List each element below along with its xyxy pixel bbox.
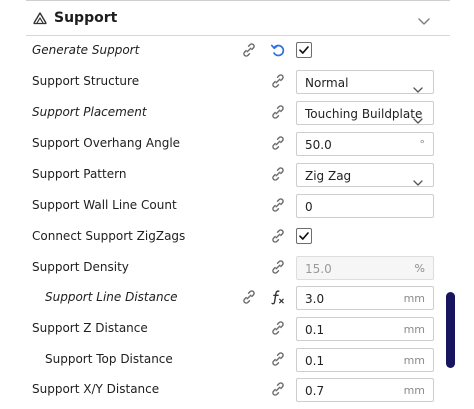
support-wall-line-count-input[interactable]: 0 [296,194,434,218]
support-xy-distance-input[interactable]: 0.7 mm [296,378,434,402]
field-value: 0.7 [305,384,325,398]
link-icon[interactable] [240,288,258,306]
link-icon[interactable] [269,380,287,398]
link-icon[interactable] [269,196,287,214]
support-placement-select[interactable]: Touching Buildplate [296,101,434,125]
link-icon[interactable] [269,103,287,121]
setting-row-support-overhang-angle: Support Overhang Angle 50.0 ° [26,128,450,159]
setting-row-support-density: Support Density 15.0 % [26,252,450,283]
field-unit: mm [403,384,425,397]
link-icon[interactable] [269,227,287,245]
setting-label: Generate Support [32,43,140,57]
selected-value: Normal [305,76,349,90]
setting-label: Support Top Distance [45,352,173,366]
field-unit: ° [419,138,426,151]
field-value: 50.0 [305,138,332,152]
support-section-header[interactable]: Support [26,1,450,36]
link-icon[interactable] [269,350,287,368]
field-value: 15.0 [305,262,332,276]
link-icon[interactable] [269,319,287,337]
setting-row-support-z-distance: Support Z Distance 0.1 mm [26,313,450,344]
reset-icon[interactable] [269,41,287,59]
selected-value: Zig Zag [305,169,352,183]
link-icon[interactable] [269,258,287,276]
link-icon[interactable] [269,72,287,90]
vertical-scrollbar[interactable] [446,292,455,368]
setting-row-support-placement: Support Placement Touching Buildplate [26,97,450,128]
support-icon [32,10,48,26]
field-unit: mm [403,323,425,336]
setting-row-generate-support: Generate Support [26,35,450,66]
field-value: 3.0 [305,292,325,306]
setting-row-connect-support-zigzags: Connect Support ZigZags [26,221,450,252]
setting-row-support-xy-distance: Support X/Y Distance 0.7 mm [26,374,450,405]
setting-row-support-structure: Support Structure Normal [26,66,450,97]
setting-label: Support Structure [32,74,140,88]
setting-label: Support Z Distance [32,321,148,335]
link-icon[interactable] [269,165,287,183]
setting-label: Support Density [32,260,129,274]
chevron-down-icon[interactable] [418,12,430,25]
field-value: 0.1 [305,323,325,337]
selected-value: Touching Buildplate [305,107,423,121]
setting-row-support-wall-line-count: Support Wall Line Count 0 [26,190,450,221]
support-structure-select[interactable]: Normal [296,70,434,94]
setting-label: Support Placement [32,105,147,119]
setting-label: Support Pattern [32,167,127,181]
link-icon[interactable] [269,134,287,152]
setting-label: Support X/Y Distance [32,382,160,396]
link-icon[interactable] [240,41,258,59]
field-value: 0 [305,200,313,214]
setting-row-support-line-distance: Support Line Distance 3.0 mm [26,282,450,313]
setting-row-support-top-distance: Support Top Distance 0.1 mm [26,344,450,375]
field-unit: mm [403,354,425,367]
generate-support-checkbox[interactable] [296,42,312,58]
chevron-down-icon [413,172,423,186]
setting-label: Connect Support ZigZags [32,229,186,243]
support-pattern-select[interactable]: Zig Zag [296,163,434,187]
setting-row-support-pattern: Support Pattern Zig Zag [26,159,450,190]
connect-support-zigzags-checkbox[interactable] [296,228,312,244]
chevron-down-icon [413,79,423,93]
setting-label: Support Line Distance [45,290,178,304]
field-unit: mm [403,292,425,305]
settings-panel: Support Generate Support Support Structu… [0,0,474,409]
support-line-distance-input[interactable]: 3.0 mm [296,286,434,310]
chevron-down-icon [413,110,423,124]
support-overhang-angle-input[interactable]: 50.0 ° [296,132,434,156]
setting-label: Support Wall Line Count [32,198,177,212]
support-z-distance-input[interactable]: 0.1 mm [296,317,434,341]
support-top-distance-input[interactable]: 0.1 mm [296,348,434,372]
formula-icon[interactable] [269,288,287,306]
field-unit: % [414,262,425,275]
support-density-input[interactable]: 15.0 % [296,256,434,280]
setting-label: Support Overhang Angle [32,136,181,150]
section-title: Support [54,10,118,26]
field-value: 0.1 [305,354,325,368]
